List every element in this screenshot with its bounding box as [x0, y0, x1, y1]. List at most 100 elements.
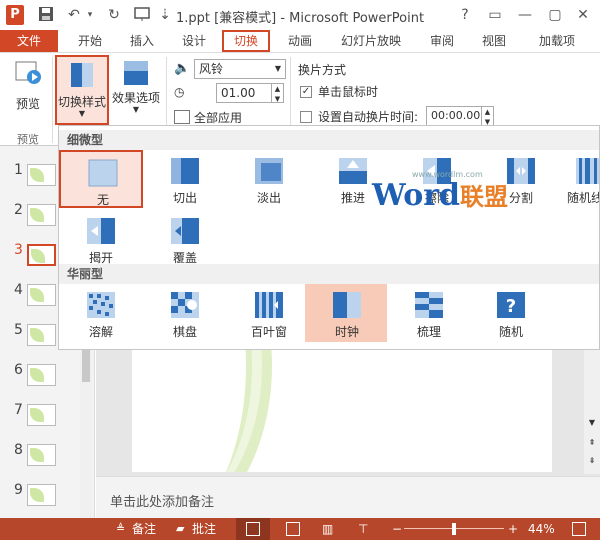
maximize-button[interactable]: ▢	[546, 6, 564, 24]
transition-random[interactable]: ? 随机	[469, 284, 553, 342]
tab-insert[interactable]: 插入	[124, 30, 160, 52]
chevron-down-icon: ▼	[274, 64, 281, 73]
preview-button[interactable]: 预览	[6, 59, 50, 115]
auto-advance-checkbox[interactable]	[300, 111, 312, 123]
effect-options-icon	[122, 59, 150, 87]
window-title: 1.ppt [兼容模式] - Microsoft PowerPoint	[175, 11, 425, 26]
tab-home[interactable]: 开始	[72, 30, 108, 52]
auto-advance-time-value: 00:00.00	[431, 109, 481, 122]
transition-label: 百叶窗	[250, 325, 287, 339]
on-click-label: 单击鼠标时	[318, 85, 379, 99]
current-slide[interactable]	[132, 346, 552, 472]
zoom-out-icon[interactable]: −	[392, 521, 402, 537]
slide-thumbnail-selected[interactable]	[27, 244, 56, 266]
reading-view-icon[interactable]: ▥	[322, 521, 333, 537]
scroll-down-icon[interactable]: ▼	[586, 418, 598, 427]
apply-all-icon	[174, 110, 190, 124]
watermark-logo: Word联盟	[372, 177, 508, 213]
transition-comb[interactable]: 梳理	[387, 284, 471, 342]
notes-pane[interactable]: 单击此处添加备注	[96, 476, 600, 518]
slide-number: 8	[14, 442, 23, 458]
transition-label: 梳理	[416, 325, 441, 339]
transition-style-button[interactable]: 切换样式 ▼	[55, 55, 109, 125]
transition-fade[interactable]: 淡出	[227, 150, 311, 208]
slide-scrollbar[interactable]: ▼ ⇞ ⇟	[584, 346, 600, 474]
zoom-in-icon[interactable]: +	[508, 521, 518, 537]
slide-sorter-icon[interactable]	[286, 522, 300, 536]
comb-transition-icon	[414, 291, 444, 319]
slide-thumbnail[interactable]	[27, 284, 56, 306]
fade-transition-icon	[254, 157, 284, 185]
auto-advance-time-input[interactable]: 00:00.00	[426, 106, 482, 126]
random-transition-icon: ?	[496, 291, 526, 319]
normal-view-button[interactable]	[236, 518, 270, 540]
watermark-brand: 联盟	[460, 183, 509, 211]
transition-blinds[interactable]: 百叶窗	[227, 284, 311, 342]
cut-transition-icon	[170, 157, 200, 185]
transition-cover[interactable]: 覆盖	[143, 210, 227, 268]
title-bar: P ↶ ▾ ↻ ⇣ 1.ppt [兼容模式] - Microsoft Power…	[0, 0, 600, 30]
slide-thumbnail[interactable]	[27, 484, 56, 506]
duration-spinner[interactable]: ▲ ▼	[272, 83, 284, 103]
minimize-button[interactable]: —	[516, 6, 534, 24]
slide-thumbnail[interactable]	[27, 204, 56, 226]
transition-label: 随机线	[567, 191, 599, 205]
slideshow-icon[interactable]: ⊤	[358, 521, 368, 537]
svg-text:?: ?	[506, 296, 516, 317]
comments-button[interactable]: 批注	[192, 521, 216, 537]
auto-advance-spinner[interactable]: ▲ ▼	[482, 106, 494, 126]
close-button[interactable]: ✕	[574, 6, 592, 24]
effect-options-button[interactable]: 效果选项 ▼	[110, 59, 162, 123]
slide-number: 9	[14, 482, 23, 498]
slide-thumbnail[interactable]	[27, 404, 56, 426]
slide-number: 7	[14, 402, 23, 418]
tab-addins[interactable]: 加载项	[532, 30, 582, 52]
tab-slideshow[interactable]: 幻灯片放映	[336, 30, 406, 52]
transition-label: 溶解	[88, 325, 113, 339]
comments-icon: ▰	[176, 522, 185, 535]
zoom-level[interactable]: 44%	[528, 521, 555, 537]
transition-dissolve[interactable]: 溶解	[59, 284, 143, 342]
tab-animations[interactable]: 动画	[282, 30, 318, 52]
slide-number: 6	[14, 362, 23, 378]
next-slide-icon[interactable]: ⇟	[586, 456, 598, 465]
slide-number: 1	[14, 162, 23, 178]
sound-icon: 🔈	[174, 61, 191, 76]
notes-button[interactable]: 备注	[132, 521, 156, 537]
transition-uncover[interactable]: 揭开	[59, 210, 143, 268]
transition-cut[interactable]: 切出	[143, 150, 227, 208]
subtle-header: 细微型	[59, 130, 599, 150]
fit-to-window-icon[interactable]	[572, 522, 586, 536]
preview-label: 预览	[15, 97, 40, 111]
transition-label: 切出	[172, 191, 197, 205]
exciting-header: 华丽型	[59, 264, 599, 284]
slide-thumbnail[interactable]	[27, 164, 56, 186]
dissolve-transition-icon	[86, 291, 116, 319]
slide-number: 2	[14, 202, 23, 218]
tab-design[interactable]: 设计	[176, 30, 212, 52]
transition-random-bars[interactable]: 随机线	[563, 150, 599, 208]
transition-checkerboard[interactable]: 棋盘	[143, 284, 227, 342]
tab-view[interactable]: 视图	[476, 30, 512, 52]
tab-file[interactable]: 文件	[0, 30, 58, 52]
slide-number: 3	[14, 242, 23, 258]
help-button[interactable]: ?	[456, 6, 474, 24]
sound-select[interactable]: 风铃 ▼	[194, 59, 286, 79]
slide-thumbnail[interactable]	[27, 444, 56, 466]
transition-clock[interactable]: 时钟	[305, 284, 387, 342]
tab-transitions[interactable]: 切换	[222, 30, 270, 52]
tab-review[interactable]: 审阅	[424, 30, 460, 52]
apply-all-button[interactable]: 全部应用	[194, 109, 242, 126]
blinds-transition-icon	[254, 291, 284, 319]
ribbon-display-button[interactable]: ▭	[486, 6, 504, 24]
prev-slide-icon[interactable]: ⇞	[586, 438, 598, 447]
slide-thumbnail[interactable]	[27, 324, 56, 346]
transition-none[interactable]: 无	[59, 150, 143, 208]
slide-thumbnail[interactable]	[27, 364, 56, 386]
preview-icon	[14, 59, 42, 87]
duration-input[interactable]: 01.00	[216, 83, 272, 103]
zoom-slider-handle[interactable]	[452, 523, 456, 535]
on-click-checkbox[interactable]: ✓	[300, 86, 312, 98]
none-transition-icon	[88, 159, 118, 187]
duration-value: 01.00	[221, 86, 256, 100]
